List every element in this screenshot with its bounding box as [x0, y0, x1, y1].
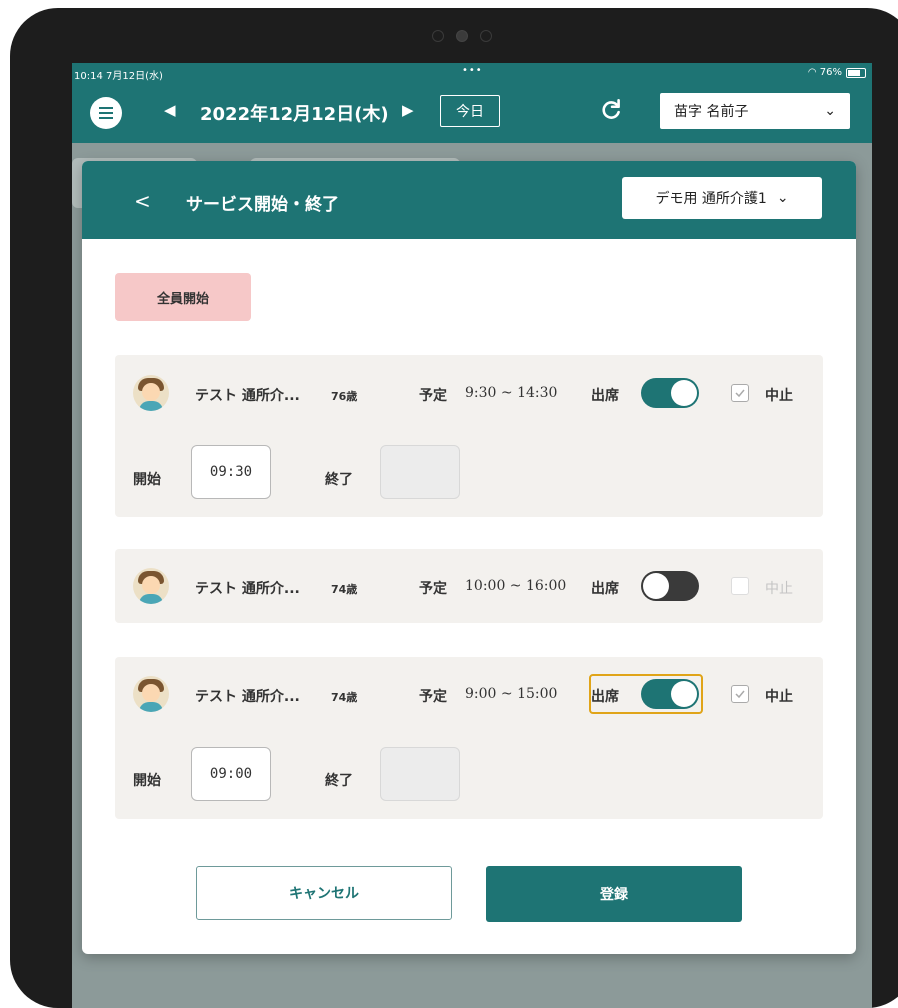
start-label: 開始 — [133, 773, 161, 789]
plan-label: 予定 — [419, 581, 447, 597]
app-header: ◀ 2022年12月12日(木) ▶ 今日 苗字 名前子 ⌄ — [72, 83, 872, 143]
service-modal: < サービス開始・終了 デモ用 通所介護1 ⌄ 全員開始 テスト 通所介... … — [82, 161, 856, 954]
list-item: テスト 通所介... 74歳 予定 10:00 ~ 16:00 出席 中止 — [115, 549, 823, 623]
cancel-checkbox[interactable] — [731, 384, 749, 402]
start-time-input[interactable]: 09:00 — [191, 747, 271, 801]
list-item: テスト 通所介... 76歳 予定 9:30 ~ 14:30 出席 中止 開始 … — [115, 355, 823, 517]
start-label: 開始 — [133, 472, 161, 488]
register-button[interactable]: 登録 — [486, 866, 742, 922]
resident-name: テスト 通所介... — [195, 388, 300, 404]
plan-time: 9:00 ~ 15:00 — [465, 686, 558, 702]
attend-toggle[interactable] — [641, 378, 699, 408]
user-select[interactable]: 苗字 名前子 ⌄ — [660, 93, 850, 129]
start-time-input[interactable]: 09:30 — [191, 445, 271, 499]
attend-toggle[interactable] — [641, 571, 699, 601]
battery-percent: ◠ 76% — [807, 67, 842, 78]
resident-age: 74歳 — [331, 583, 358, 596]
attend-label: 出席 — [591, 581, 619, 597]
next-day-icon[interactable]: ▶ — [402, 101, 414, 119]
attend-label: 出席 — [591, 388, 619, 404]
plan-label: 予定 — [419, 388, 447, 404]
date-label: 2022年12月12日(木) — [200, 104, 389, 125]
cancel-checkbox[interactable] — [731, 577, 749, 595]
resident-age: 76歳 — [331, 390, 358, 403]
end-label: 終了 — [325, 472, 353, 488]
resident-name: テスト 通所介... — [195, 581, 300, 597]
cancel-label: 中止 — [765, 689, 793, 705]
screen: 10:14 7月12日(水) ••• ◠ 76% ◀ 2022年12月12日(木… — [72, 63, 872, 1008]
plan-time: 10:00 ~ 16:00 — [465, 578, 567, 594]
user-select-value: 苗字 名前子 — [674, 104, 749, 120]
today-button[interactable]: 今日 — [440, 95, 500, 127]
cancel-label: 中止 — [765, 581, 793, 597]
camera-dots — [432, 30, 492, 42]
wifi-icon: ◠ — [807, 67, 817, 78]
multitask-dots[interactable]: ••• — [462, 65, 483, 76]
prev-day-icon[interactable]: ◀ — [164, 101, 176, 119]
resident-name: テスト 通所介... — [195, 689, 300, 705]
cancel-checkbox[interactable] — [731, 685, 749, 703]
attend-label: 出席 — [591, 689, 619, 705]
avatar — [133, 375, 169, 411]
facility-select-value: デモ用 通所介護1 — [655, 191, 767, 207]
menu-button[interactable] — [90, 97, 122, 129]
plan-time: 9:30 ~ 14:30 — [465, 385, 558, 401]
all-start-button[interactable]: 全員開始 — [115, 273, 251, 321]
end-label: 終了 — [325, 773, 353, 789]
resident-age: 74歳 — [331, 691, 358, 704]
facility-select[interactable]: デモ用 通所介護1 ⌄ — [622, 177, 822, 219]
attend-toggle[interactable] — [641, 679, 699, 709]
refresh-icon[interactable] — [598, 97, 624, 123]
avatar — [133, 568, 169, 604]
end-time-input[interactable] — [380, 445, 460, 499]
status-time: 10:14 7月12日(水) — [74, 71, 163, 82]
chevron-down-icon: ⌄ — [776, 190, 789, 206]
end-time-input[interactable] — [380, 747, 460, 801]
plan-label: 予定 — [419, 689, 447, 705]
modal-title: サービス開始・終了 — [186, 195, 339, 215]
modal-header: < サービス開始・終了 デモ用 通所介護1 ⌄ — [82, 161, 856, 239]
back-chevron-icon[interactable]: < — [134, 189, 151, 213]
list-item: テスト 通所介... 74歳 予定 9:00 ~ 15:00 出席 中止 開始 … — [115, 657, 823, 819]
status-bar: 10:14 7月12日(水) ••• ◠ 76% — [72, 63, 872, 83]
cancel-button[interactable]: キャンセル — [196, 866, 452, 920]
battery-icon — [846, 68, 866, 78]
tablet-frame: 10:14 7月12日(水) ••• ◠ 76% ◀ 2022年12月12日(木… — [10, 8, 898, 1008]
avatar — [133, 676, 169, 712]
chevron-down-icon: ⌄ — [824, 103, 836, 119]
cancel-label: 中止 — [765, 388, 793, 404]
